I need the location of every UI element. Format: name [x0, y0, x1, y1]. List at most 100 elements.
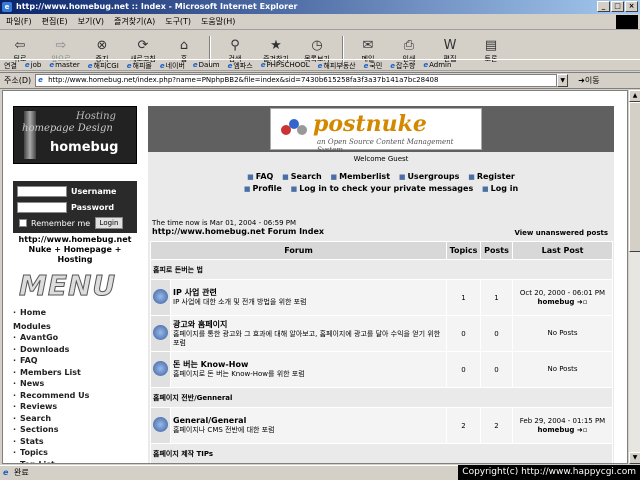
nav-module-item[interactable]: Stats	[13, 436, 140, 448]
forum-row: 광고와 홈페이지 홈페이지를 통한 광고와 그 효과에 대해 알아보고, 홈페이지…	[150, 315, 613, 352]
link-item[interactable]: 해피몰	[127, 61, 152, 71]
link-item[interactable]: 해피부동산	[318, 61, 355, 71]
nav-module-item[interactable]: Members List	[13, 367, 140, 379]
nav-module-item[interactable]: Sections	[13, 424, 140, 436]
link-item[interactable]: 잡수향	[390, 61, 415, 71]
forum-folder-icon	[150, 407, 171, 444]
nav-module-item[interactable]: News	[13, 378, 140, 390]
nav-module-item[interactable]: Top List	[13, 459, 140, 464]
link-item[interactable]: 엠파스	[228, 61, 252, 71]
nav-module-item[interactable]: Recommend Us	[13, 390, 140, 402]
menu-title-image: MENU	[18, 269, 117, 303]
col-topics: Topics	[446, 241, 481, 260]
nav-module-item[interactable]: Reviews	[13, 401, 140, 413]
stop-icon: ⊗	[96, 37, 108, 53]
profile-link[interactable]: Profile	[244, 184, 282, 193]
module-nav: Home Modules AvantGoDownloadsFAQMembers …	[13, 307, 140, 464]
edit-icon: W	[443, 37, 457, 53]
link-item[interactable]: Admin	[423, 61, 451, 71]
login-box: Username Password Remember me Login	[13, 181, 137, 233]
menu-file[interactable]: 파일(F)	[6, 16, 32, 27]
scroll-thumb[interactable]	[629, 102, 640, 252]
topics-count: 1	[446, 279, 481, 316]
last-post-date: No Posts	[547, 329, 578, 337]
go-button[interactable]: ➜이동	[578, 75, 599, 86]
menu-view[interactable]: 보기(V)	[78, 16, 104, 27]
login-button[interactable]: Login	[95, 217, 123, 229]
scroll-up-icon[interactable]: ▲	[629, 90, 640, 102]
left-sidebar: Hosting homepage Design homebug Username…	[13, 106, 140, 464]
register-link[interactable]: Register	[468, 172, 515, 181]
discuss-icon: ▤	[484, 37, 498, 53]
menu-edit[interactable]: 편집(E)	[42, 16, 68, 27]
nav-module-item[interactable]: Topics	[13, 447, 140, 459]
private-messages-link[interactable]: Log in to check your private messages	[291, 184, 474, 193]
vertical-scrollbar[interactable]: ▲ ▼	[628, 90, 640, 464]
forum-panel: Welcome Guest FAQ Search Memberlist User…	[148, 152, 614, 465]
link-item[interactable]: Daum	[193, 61, 220, 71]
link-item[interactable]: 네이버	[160, 61, 185, 71]
posts-count: 1	[480, 279, 513, 316]
remember-me-checkbox[interactable]	[19, 219, 27, 227]
welcome-text: Welcome Guest	[353, 155, 409, 163]
col-forum: Forum	[150, 241, 447, 260]
menu-help[interactable]: 도움말(H)	[201, 16, 235, 27]
address-input[interactable]: http://www.homebug.net/index.php?name=PN…	[35, 74, 558, 87]
forum-title-link[interactable]: 돈 버는 Know-How	[173, 360, 248, 369]
username-label: Username	[71, 187, 117, 196]
forum-user-links: FAQ Search Memberlist Usergroups Registe…	[148, 171, 614, 195]
topics-count: 0	[447, 464, 481, 465]
links-label: 연결	[4, 62, 17, 70]
address-label: 주소(D)	[4, 76, 32, 85]
back-arrow-icon: ⇦	[14, 37, 26, 53]
memberlist-link[interactable]: Memberlist	[331, 172, 391, 181]
forum-title-link[interactable]: IP 사업 관련	[173, 288, 217, 297]
usergroups-link[interactable]: Usergroups	[399, 172, 460, 181]
forum-index-link[interactable]: http://www.homebug.net Forum Index	[152, 227, 324, 236]
forum-row: 홈페이지 제작 Tip & Tip홈페이지 제작 상에 어려움을 해결하기 위한…	[151, 464, 613, 465]
search-link[interactable]: Search	[282, 172, 322, 181]
search-icon: ⚲	[230, 37, 240, 53]
address-dropdown-icon[interactable]: ▼	[557, 74, 569, 87]
menu-tools[interactable]: 도구(T)	[165, 16, 191, 27]
last-post-date: Feb 29, 2004 - 01:15 PM	[519, 416, 606, 425]
nav-module-item[interactable]: Downloads	[13, 344, 140, 356]
print-icon: ⎙	[403, 37, 415, 53]
menu-favorites[interactable]: 즐겨찾기(A)	[114, 16, 155, 27]
link-item[interactable]: 국민	[364, 61, 382, 71]
maximize-button[interactable]: □	[611, 1, 624, 12]
link-item[interactable]: 해피CGI	[88, 61, 119, 71]
link-item[interactable]: job	[25, 61, 42, 71]
category-title[interactable]: 홈피로 돈버는 법	[150, 259, 613, 280]
category-title[interactable]: 홈페이지 전반/Genneral	[150, 387, 613, 408]
username-input[interactable]	[17, 186, 67, 197]
link-item[interactable]: master	[49, 61, 80, 71]
scroll-down-icon[interactable]: ▼	[629, 452, 640, 464]
forum-name-cell: IP 사업 관련 IP 사업에 대한 소개 및 전개 방법을 위한 포럼	[170, 279, 447, 316]
forum-folder-icon	[151, 464, 171, 465]
forum-desc: IP 사업에 대한 소개 및 전개 방법을 위한 포럼	[173, 298, 307, 306]
last-post-author-link[interactable]: homebug ➜▫	[538, 298, 588, 306]
forum-title-link[interactable]: 광고와 홈페이지	[173, 320, 227, 329]
nav-home[interactable]: Home	[13, 307, 140, 319]
nav-module-item[interactable]: Search	[13, 413, 140, 425]
faq-link[interactable]: FAQ	[247, 172, 273, 181]
close-button[interactable]: ×	[625, 1, 638, 12]
last-post-date: No Posts	[547, 365, 578, 373]
minimize-button[interactable]: _	[597, 1, 610, 12]
main-content: postnuke an Open Source Content Manageme…	[148, 106, 614, 465]
forum-name-cell: General/General 홈페이지나 CMS 전반에 대한 포럼	[170, 407, 447, 444]
col-last-post: Last Post	[512, 241, 613, 260]
category-title[interactable]: 홈페이지 제작 TIPs	[150, 443, 613, 463]
site-url-text: http://www.homebug.net	[18, 235, 132, 244]
nav-module-item[interactable]: AvantGo	[13, 332, 140, 344]
postnuke-logo[interactable]: postnuke an Open Source Content Manageme…	[270, 108, 482, 154]
login-link[interactable]: Log in	[482, 184, 518, 193]
forum-row: General/General 홈페이지나 CMS 전반에 대한 포럼 2 2 Feb …	[150, 407, 613, 444]
unanswered-posts-link[interactable]: View unanswered posts	[514, 229, 608, 237]
link-item[interactable]: PHPSCHOOL	[261, 61, 309, 71]
last-post-author-link[interactable]: homebug ➜▫	[538, 426, 588, 434]
forum-title-link[interactable]: General/General	[173, 416, 246, 425]
password-input[interactable]	[17, 202, 67, 213]
nav-module-item[interactable]: FAQ	[13, 355, 140, 367]
